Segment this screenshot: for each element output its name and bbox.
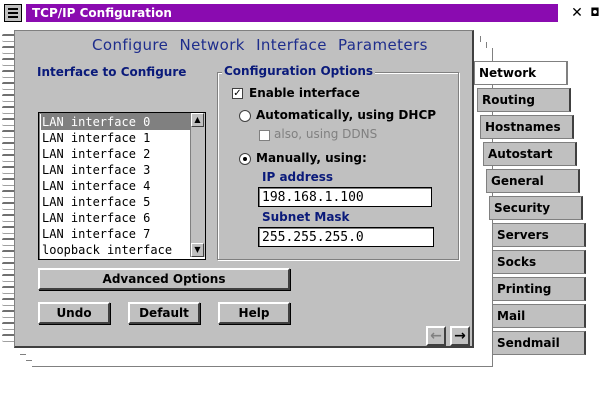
dhcp-radio[interactable] — [239, 110, 251, 122]
page-title: Configure Network Interface Parameters — [92, 36, 428, 54]
list-item[interactable]: LAN interface 3 — [41, 162, 190, 178]
restore-icon[interactable]: ◘ — [588, 6, 602, 20]
ddns-checkbox[interactable] — [259, 130, 270, 141]
list-item[interactable]: LAN interface 2 — [41, 146, 190, 162]
ddns-label: also, using DDNS — [274, 127, 378, 141]
tab-mail[interactable]: Mail — [492, 304, 586, 328]
ip-address-field[interactable]: 198.168.1.100 — [258, 187, 432, 207]
tab-security[interactable]: Security — [489, 196, 583, 220]
tab-routing[interactable]: Routing — [477, 88, 571, 112]
list-item[interactable]: LAN interface 5 — [41, 194, 190, 210]
manual-label: Manually, using: — [256, 151, 367, 165]
config-options-title: Configuration Options — [222, 64, 376, 78]
help-button[interactable]: Help — [218, 302, 290, 324]
enable-interface-checkbox[interactable]: ✓ — [232, 88, 243, 99]
advanced-options-button[interactable]: Advanced Options — [38, 268, 290, 290]
list-item[interactable]: LAN interface 7 — [41, 226, 190, 242]
tab-network[interactable]: Network — [474, 61, 568, 85]
next-page-icon[interactable]: → — [450, 326, 470, 346]
list-item[interactable]: loopback interface — [41, 242, 190, 258]
list-item[interactable]: LAN interface 4 — [41, 178, 190, 194]
system-menu-icon[interactable] — [4, 4, 22, 22]
tab-general[interactable]: General — [486, 169, 580, 193]
list-item[interactable]: LAN interface 1 — [41, 130, 190, 146]
tab-autostart[interactable]: Autostart — [483, 142, 577, 166]
list-item[interactable]: LAN interface 0 — [41, 114, 190, 130]
enable-interface-label: Enable interface — [249, 86, 360, 100]
title-bar: TCP/IP Configuration ✕ ◘ — [0, 0, 608, 26]
tab-printing[interactable]: Printing — [492, 277, 586, 301]
dhcp-label: Automatically, using DHCP — [256, 108, 437, 122]
interface-label: Interface to Configure — [37, 65, 187, 79]
subnet-mask-field[interactable]: 255.255.255.0 — [258, 227, 434, 247]
list-item[interactable]: LAN interface 6 — [41, 210, 190, 226]
previous-page-icon[interactable]: ← — [426, 326, 446, 346]
close-icon[interactable]: ✕ — [570, 6, 584, 20]
tab-socks[interactable]: Socks — [492, 250, 586, 274]
ip-address-label: IP address — [262, 170, 334, 184]
subnet-mask-label: Subnet Mask — [262, 210, 350, 224]
manual-radio[interactable] — [239, 153, 251, 165]
default-button[interactable]: Default — [128, 302, 200, 324]
interface-listbox[interactable]: LAN interface 0 LAN interface 1 LAN inte… — [38, 112, 206, 260]
listbox-scrollbar[interactable]: ▲ ▼ — [190, 113, 205, 257]
tcpip-config-window: TCP/IP Configuration ✕ ◘ Configure Netwo… — [0, 0, 608, 406]
tab-sendmail[interactable]: Sendmail — [492, 331, 586, 355]
scroll-down-icon[interactable]: ▼ — [191, 243, 204, 257]
scroll-up-icon[interactable]: ▲ — [191, 113, 204, 127]
tab-servers[interactable]: Servers — [492, 223, 586, 247]
window-title: TCP/IP Configuration — [26, 4, 558, 22]
undo-button[interactable]: Undo — [38, 302, 110, 324]
tab-hostnames[interactable]: Hostnames — [480, 115, 574, 139]
